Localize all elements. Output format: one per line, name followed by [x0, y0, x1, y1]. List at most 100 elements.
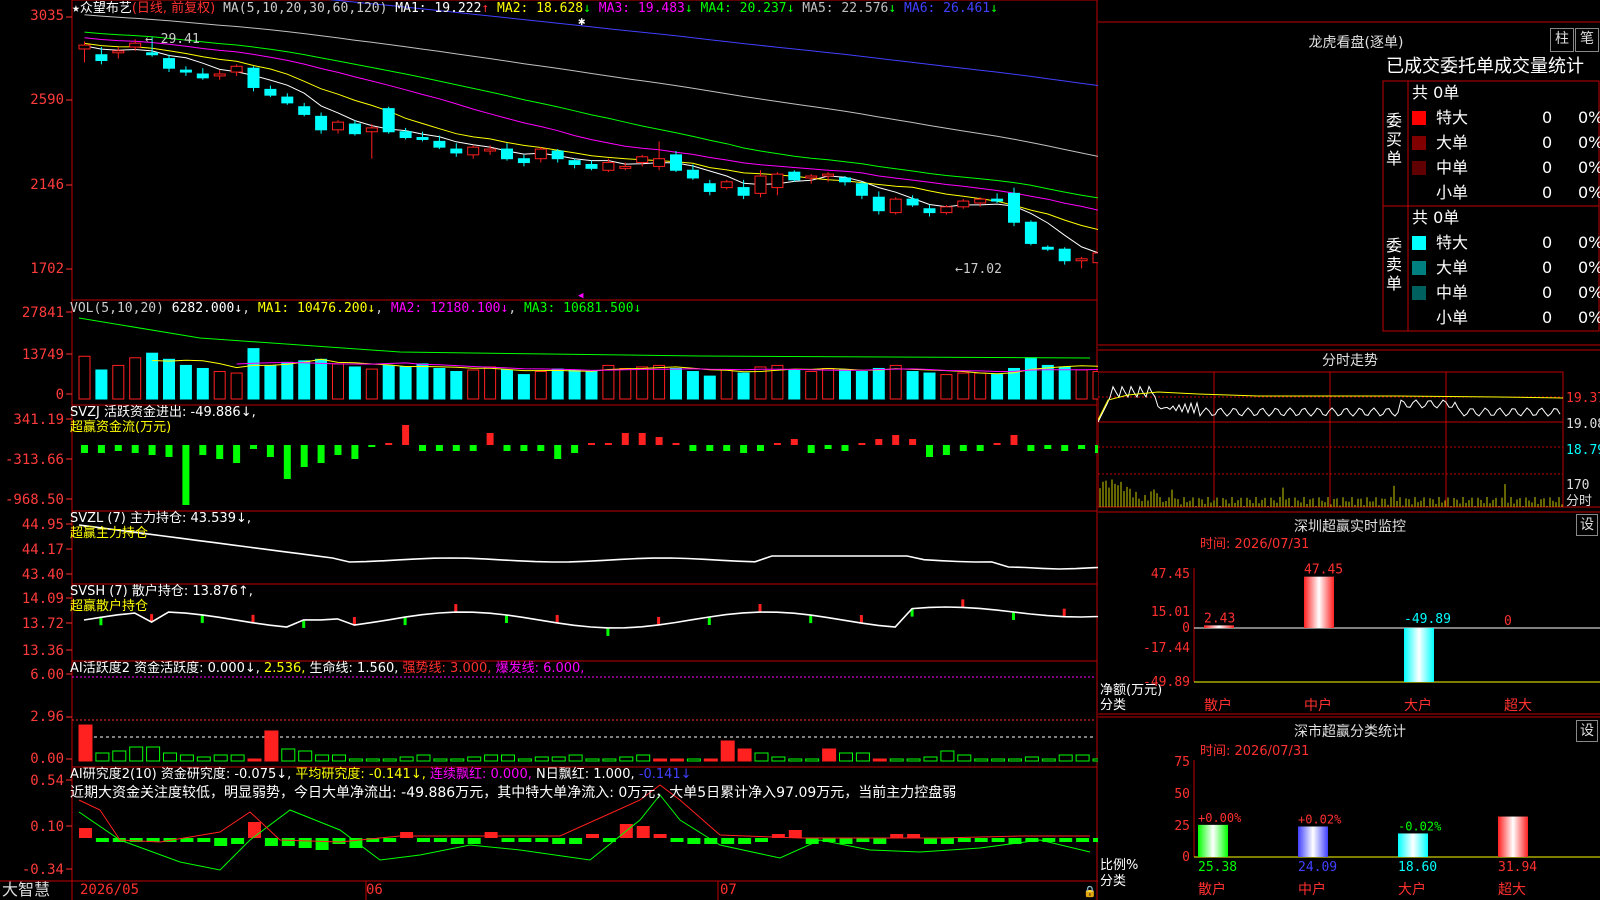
volume-bar — [213, 371, 226, 400]
volume-bar — [974, 372, 987, 400]
ai1-bar — [754, 752, 769, 762]
flow-bar — [824, 445, 832, 449]
stat-value: 0 — [1542, 233, 1553, 252]
candle-body — [906, 198, 919, 206]
legend-swatch — [1412, 111, 1426, 125]
ai1-bar — [78, 724, 93, 762]
ai1-bar — [332, 754, 346, 762]
lock-icon[interactable]: 🔒 — [1083, 884, 1097, 899]
stat-percent: 0% — [1578, 108, 1600, 127]
svzj-title: SVZJ 活跃资金进出: -49.886↓, — [70, 405, 256, 420]
candle-body — [771, 173, 784, 189]
ai1-bar — [1008, 758, 1022, 762]
flow-bar — [892, 435, 900, 445]
volume-bar — [906, 371, 919, 400]
ma-legend-item: MA4: 20.237 — [692, 1, 787, 16]
ai2-bar — [856, 838, 870, 842]
ai1-bar — [585, 758, 600, 762]
candle-body — [855, 183, 868, 196]
ai2-bar — [890, 834, 904, 838]
ai2-bar — [95, 838, 109, 842]
candle-body — [737, 187, 750, 196]
ai2-bar — [79, 828, 92, 838]
flow-bar — [199, 445, 207, 455]
flow-bar — [773, 443, 781, 445]
ai1-bar — [805, 758, 820, 762]
ai1-bar — [315, 754, 330, 762]
ai2-legend: AI研究度2(10) 资金研究度: -0.075↓, 平均研究度: -0.141… — [70, 767, 692, 782]
stock-name: 众望布艺 — [79, 1, 132, 16]
ai2-bar — [974, 838, 988, 842]
volume-bar — [467, 369, 480, 400]
ai1-bar — [855, 752, 870, 762]
stat-name: 中单 — [1436, 158, 1469, 177]
ai1-bar — [467, 756, 482, 762]
ai1-bar — [129, 746, 144, 762]
volume-bar — [264, 364, 277, 400]
chart-area[interactable]: ✱◀ — [0, 0, 1098, 900]
sz-category: 超大 — [1504, 698, 1532, 714]
ai1-bar — [686, 758, 701, 762]
ai1-bar — [247, 758, 262, 762]
flow-bar — [757, 445, 764, 451]
stat-percent: 0% — [1578, 258, 1600, 277]
svsh-ytick: 13.72 — [21, 616, 64, 632]
candle-body — [551, 150, 564, 160]
svsh-line — [83, 606, 1098, 629]
candle-body — [78, 44, 91, 50]
volume-bar — [872, 367, 885, 400]
sz-bar-value: -49.89 — [1404, 612, 1451, 627]
flow-bar — [638, 433, 646, 445]
volume-bar — [281, 361, 294, 400]
price-ytick: 2146 — [30, 177, 64, 193]
brand-logo: 大智慧 — [2, 880, 51, 899]
flow-bar — [723, 445, 731, 451]
svsh-sub: 超赢散户持仓 — [70, 599, 149, 614]
stat-name: 大单 — [1436, 133, 1469, 152]
candle-body — [568, 160, 581, 165]
vol-ma-line — [78, 317, 1091, 359]
ai2-bar — [535, 838, 549, 842]
volume-bar — [484, 366, 497, 400]
ai2-bar — [264, 838, 278, 846]
candle-body — [348, 123, 361, 135]
sz-ytick: -49.89 — [1143, 675, 1190, 690]
candle-body — [1058, 248, 1071, 262]
flow-bar — [283, 445, 291, 479]
flow-bar — [1061, 445, 1069, 451]
ai2-bar — [1076, 838, 1090, 842]
ai2-bar — [417, 838, 430, 842]
ai2-bar — [670, 838, 684, 842]
candle-body — [247, 67, 260, 88]
ai2-bar — [231, 838, 245, 844]
volume-bar — [551, 368, 564, 400]
candle-body — [1024, 221, 1037, 244]
flow-bar — [419, 445, 426, 451]
candle-body — [754, 175, 767, 194]
ai1-bar — [146, 746, 161, 762]
ai1-bar — [771, 756, 786, 762]
candle-body — [686, 169, 699, 179]
volume-bar — [196, 367, 209, 400]
ai1-bar — [298, 750, 313, 762]
stat-percent: 0% — [1578, 308, 1600, 327]
flow-bar — [368, 445, 376, 447]
sh-category: 大户 — [1398, 881, 1426, 898]
svzl-title: SVZL (7) 主力持仓: 43.539↓, — [70, 511, 251, 526]
volume-bar — [1058, 366, 1071, 400]
volume-bar — [315, 358, 328, 400]
volume-bar — [940, 374, 953, 400]
flow-bar — [351, 445, 359, 459]
volume-bar — [839, 369, 851, 400]
candle-body — [1008, 192, 1020, 223]
flow-bar — [182, 445, 190, 505]
price-ytick: 3035 — [30, 8, 64, 24]
candle-body — [179, 69, 192, 73]
candle-body — [450, 148, 463, 154]
volume-bar — [163, 358, 175, 400]
ai1-ytick: 0.00 — [30, 751, 64, 767]
candle-body — [501, 148, 513, 160]
candle-body — [416, 137, 429, 140]
ai1-bar — [602, 758, 617, 762]
flow-bar — [926, 445, 933, 457]
